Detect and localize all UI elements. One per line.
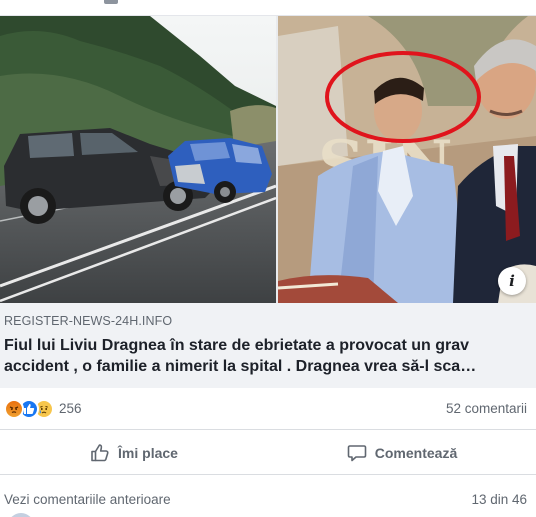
view-previous-comments-link[interactable]: Vezi comentariile anterioare: [4, 492, 171, 517]
reactions-summary: 256 52 comentarii: [0, 388, 536, 430]
thumbs-up-icon: [91, 443, 109, 461]
comments-pagination: 13 din 46: [471, 492, 527, 507]
link-meta[interactable]: REGISTER-NEWS-24H.INFO Fiul lui Liviu Dr…: [0, 303, 536, 388]
link-preview-card[interactable]: SIN i REGISTER-NEWS-24H.INFO: [0, 16, 536, 388]
comments-footer: Vezi comentariile anterioare 13 din 46: [0, 476, 536, 517]
accident-photo: [0, 16, 276, 303]
comment-button[interactable]: Comentează: [268, 431, 536, 474]
like-button-label: Îmi place: [118, 444, 178, 461]
link-preview-image[interactable]: SIN i: [0, 16, 536, 303]
angry-icon: [4, 398, 24, 419]
people-photo: SIN: [278, 16, 536, 303]
info-icon[interactable]: i: [498, 267, 526, 295]
comments-count-link[interactable]: 52 comentarii: [446, 401, 527, 416]
like-button[interactable]: Îmi place: [0, 431, 268, 474]
link-domain: REGISTER-NEWS-24H.INFO: [4, 314, 173, 328]
truncated-icon: [104, 0, 118, 4]
comment-bubble-icon: [347, 444, 367, 461]
previous-post-edge: [0, 0, 536, 16]
reaction-icons-group[interactable]: 256: [4, 398, 82, 419]
link-headline[interactable]: Fiul lui Liviu Dragnea în stare de ebrie…: [4, 335, 524, 377]
reaction-count[interactable]: 256: [59, 401, 82, 416]
post-actions: Îmi place Comentează: [0, 431, 536, 475]
comment-button-label: Comentează: [374, 444, 458, 461]
